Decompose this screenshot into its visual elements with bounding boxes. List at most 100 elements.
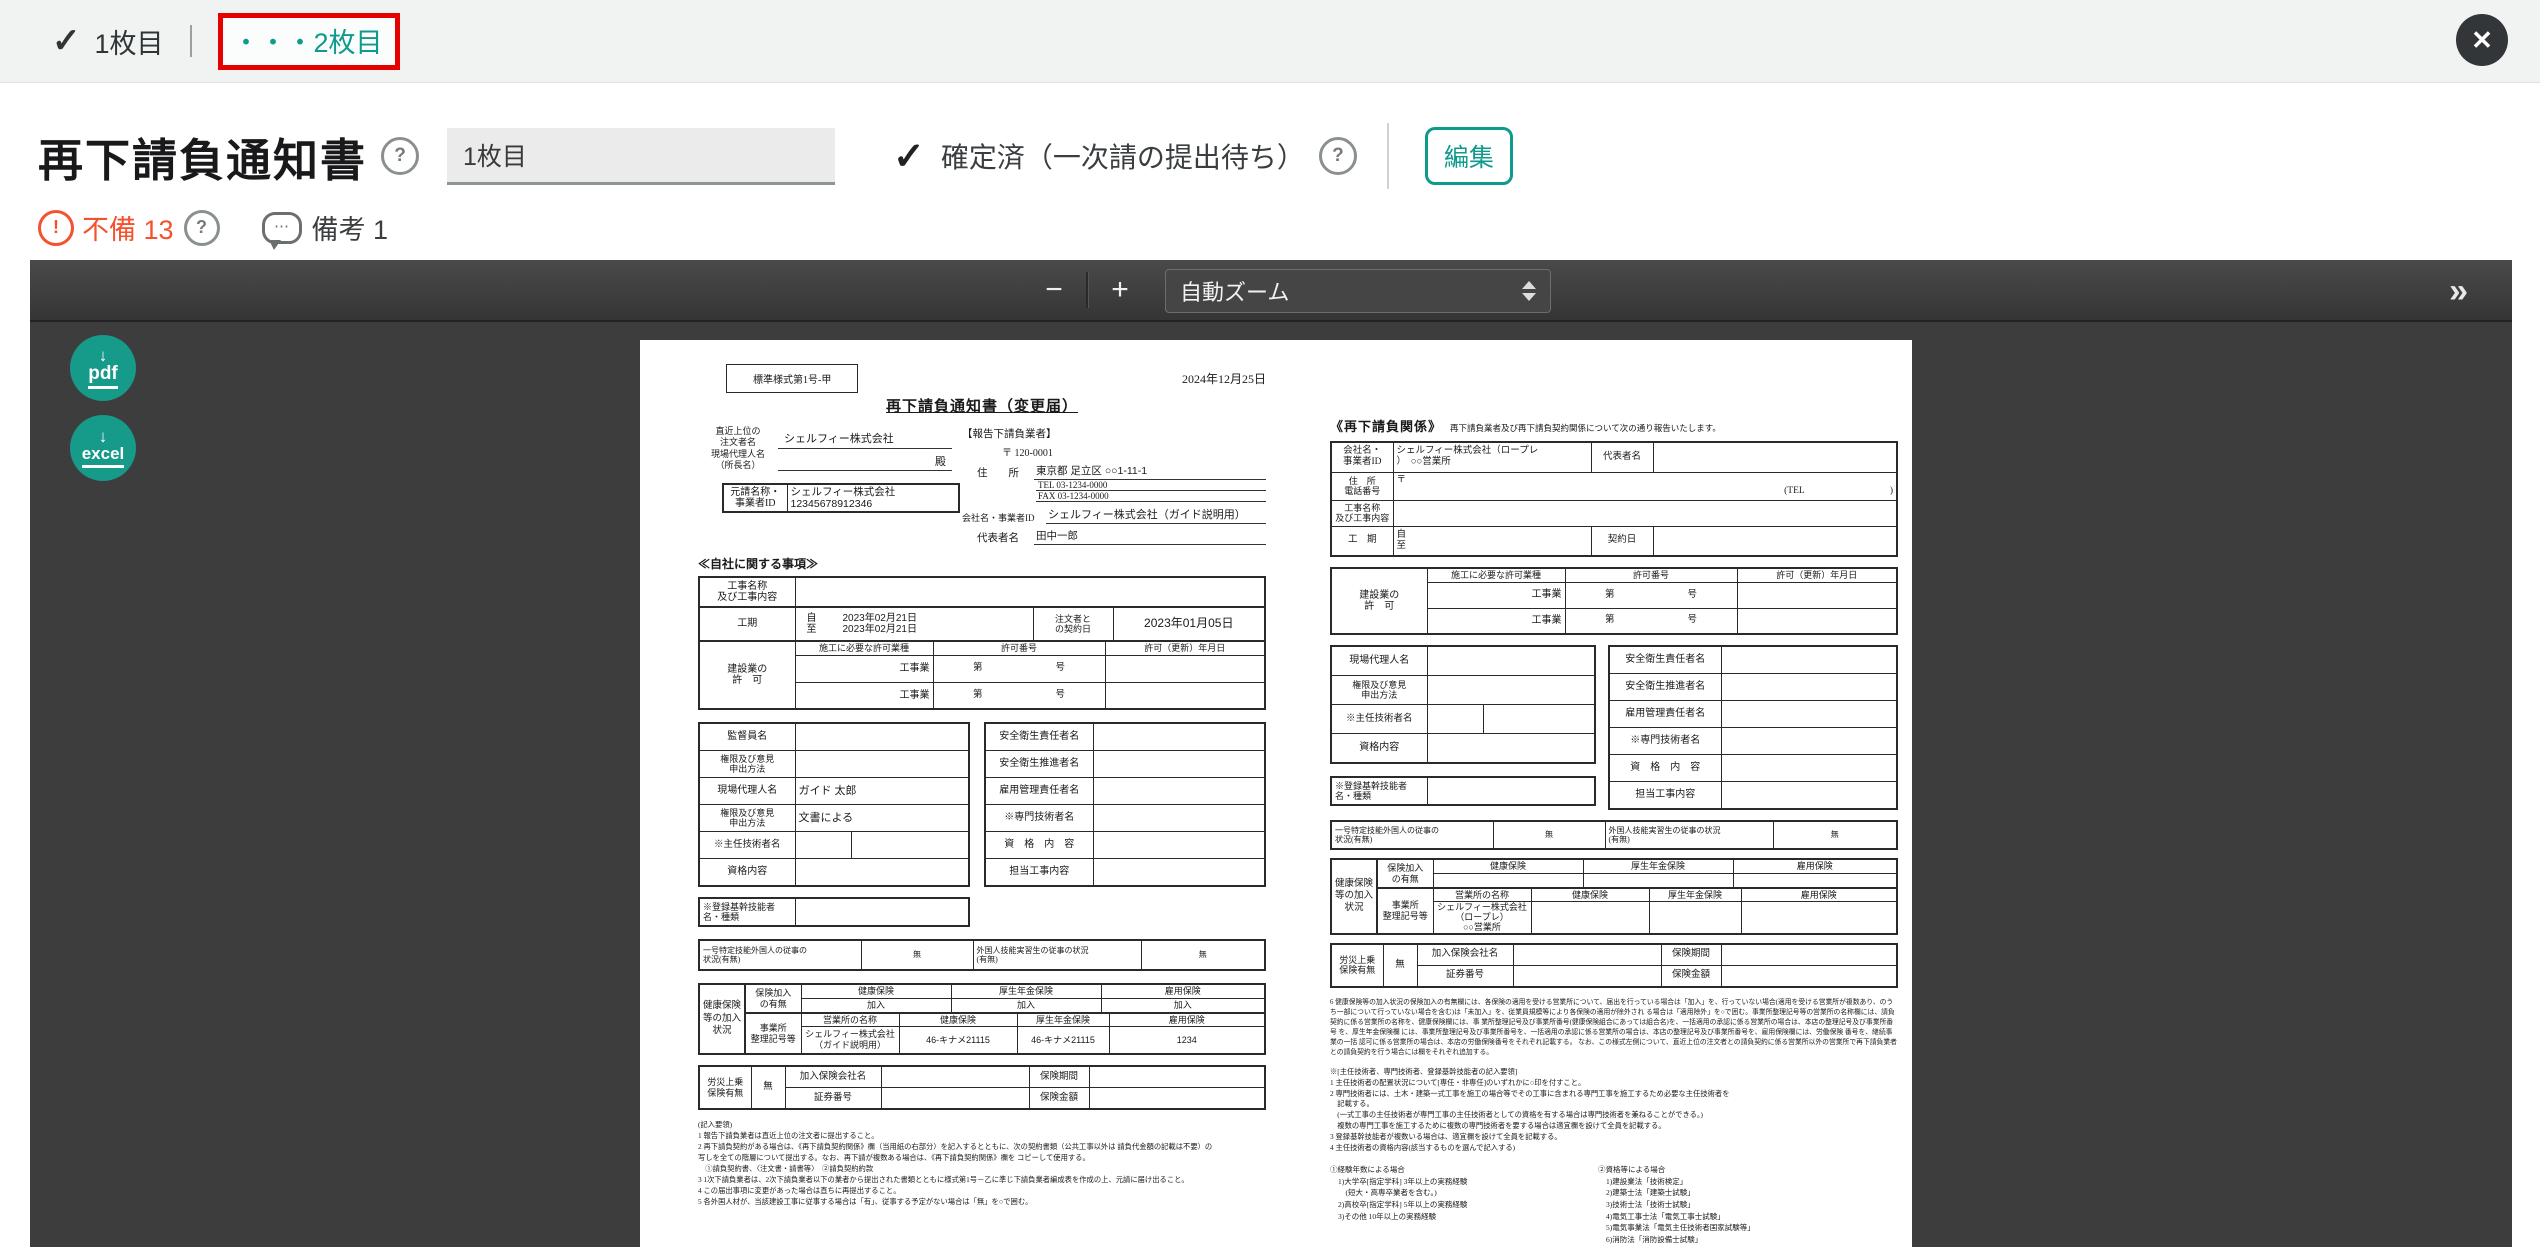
note-line: (一式工事の主任技術者が専門工事の主任技術者としての資格を有する場合は専門技術者…: [1330, 1110, 1898, 1121]
insurance-office-table: 事業所 整理記号等 営業所の名称 健康保険 厚生年金保険 雇用保険 シェルフィー…: [744, 1012, 1266, 1055]
chief-engineer-label: ※主任技術者名: [1331, 705, 1427, 734]
permit-row-type: 工事業: [795, 655, 933, 682]
reporter-postal: 〒 120-0001: [1002, 444, 1266, 459]
status-check-icon: ✓: [893, 134, 925, 179]
foreign2-value: 無: [1773, 821, 1897, 849]
chief-engineer-label: ※主任技術者名: [699, 832, 795, 859]
question-icon: ?: [394, 145, 406, 167]
prime-label: 元請名称・ 事業者ID: [723, 484, 787, 512]
foreign2-label: 外国人技能実習生の従事の状況 (有無): [973, 940, 1141, 970]
pension-number-value: 46-キナメ21115: [1017, 1026, 1109, 1054]
rosai-amount-value: [1089, 1088, 1265, 1110]
note-line: 写しを全ての階層について提出する。なお、再下請が複数ある場合は、《再下請負契約関…: [698, 1153, 1266, 1164]
employment-manager-label: 雇用管理責任者名: [1609, 701, 1721, 728]
rosai-period-label: 保険期間: [1661, 944, 1721, 966]
qualification-detail-label: 資 格 内 容: [1609, 755, 1721, 782]
permit-header-number: 許可番号: [1565, 568, 1737, 582]
pension-header: 厚生年金保険: [951, 984, 1101, 999]
employment-manager-label: 雇用管理責任者名: [985, 778, 1093, 805]
page-tabs-bar: ✓ 1枚目 ・・・2枚目 ✕: [0, 0, 2540, 83]
doc-head-row: 標準様式第1号-甲 2024年12月25日: [698, 364, 1266, 393]
permit-no-prefix: 第: [1605, 615, 1615, 626]
period-label: 工期: [699, 607, 795, 641]
permit-no-suffix: 号: [1055, 690, 1065, 701]
status-help-icon[interactable]: ?: [1319, 137, 1357, 175]
close-button[interactable]: ✕: [2456, 14, 2508, 66]
title-help-icon[interactable]: ?: [381, 137, 419, 175]
qual2-heading: ②資格等による場合: [1598, 1164, 1898, 1176]
doc-form-title: 再下請負通知書（変更届）: [698, 395, 1266, 416]
supervisor-value: [795, 723, 969, 751]
doc-header-columns: 直近上位の 注文者名 現場代理人名 （所長名） シェルフィー株式会社 殿 元請名…: [698, 426, 1266, 545]
permit-row-date: [1105, 682, 1265, 709]
specialist-value: [1093, 805, 1265, 832]
sub-permit-table: 建設業の 許 可 施工に必要な許可業種 許可番号 許可（更新）年月日 工事業 第…: [1330, 567, 1898, 635]
site-agent-value: ガイド 太郎: [795, 778, 969, 805]
sub-construction-label: 工事名称 及び工事内容: [1331, 500, 1393, 526]
header-main-row: 再下請負通知書 ? ✓ 確定済（一次請の提出待ち） ? 編集: [38, 123, 1513, 189]
rosai-label: 労災上乗 保険有無: [699, 1066, 751, 1109]
qual1-items: 1)大学卒[指定学科] 3年以上の実務経験 (短大・高専卒業者を含む。) 2)高…: [1330, 1176, 1598, 1223]
edit-button[interactable]: 編集: [1425, 127, 1513, 185]
note-line: ①請負契約書、〈注文書・請書等〉 ②請負契約約款: [698, 1164, 1266, 1175]
permit-row-date: [1737, 608, 1897, 634]
qual-item: 2)建築士法「建築士試験」: [1606, 1187, 1898, 1199]
rosai-period-value: [1089, 1066, 1265, 1088]
remark-count-badge[interactable]: 備考 1: [312, 208, 389, 247]
qual-item: 5)電気事業法「電気主任技術者国家試験等」: [1606, 1222, 1898, 1234]
toolbar-separator: [1086, 272, 1089, 308]
defect-count-badge[interactable]: 不備 13: [82, 208, 174, 247]
document-name-input[interactable]: [447, 128, 835, 185]
rosai-cert-label: 証券番号: [785, 1088, 881, 1110]
contract-date-value: 2023年01月05日: [1113, 607, 1265, 641]
permit-header-date: 許可（更新）年月日: [1737, 568, 1897, 582]
employment-join-value: [1733, 874, 1897, 889]
note-line: 記載する。: [1330, 1099, 1898, 1110]
zoom-out-button[interactable]: −: [1032, 268, 1076, 312]
header-meta-row: ! 不備 13 ? ⋯ 備考 1: [38, 208, 388, 247]
permit-row-type: 工事業: [1427, 608, 1565, 634]
notes-heading: (記入要領): [698, 1120, 1266, 1131]
page-title: 再下請負通知書: [38, 124, 367, 189]
download-pdf-button[interactable]: ↓ pdf: [70, 335, 136, 401]
construction-name-value: [795, 577, 1265, 607]
tab-page-1[interactable]: 1枚目: [95, 22, 164, 61]
question-icon: ?: [1332, 145, 1344, 167]
authority-label: 権限及び意見 申出方法: [1331, 676, 1427, 705]
employment-number-value: [1741, 901, 1897, 934]
key-technician-value: [1427, 777, 1595, 805]
construction-name-label: 工事名称 及び工事内容: [699, 577, 795, 607]
addressee-value: シェルフィー株式会社: [778, 426, 952, 449]
key-technician-label: ※登録基幹技能者 名・種類: [699, 898, 795, 926]
pension-header: 厚生年金保険: [1583, 859, 1733, 874]
insurance-block-label: 健康保険 等の加入 状況: [1330, 858, 1378, 935]
health-number-header: 健康保険: [1531, 888, 1649, 901]
staff-left-table: 監督員名 権限及び意見 申出方法 現場代理人名ガイド 太郎 権限及び意見 申出方…: [698, 722, 970, 887]
zoom-in-button[interactable]: +: [1098, 268, 1142, 312]
foreign1-value: 無: [1493, 821, 1605, 849]
permit-row-date: [1105, 655, 1265, 682]
document-page[interactable]: 標準様式第1号-甲 2024年12月25日 再下請負通知書（変更届） 直近上位の…: [640, 340, 1912, 1247]
permit-label: 建設業の 許 可: [699, 641, 795, 709]
employment-header: 雇用保険: [1733, 859, 1897, 874]
zoom-mode-select[interactable]: 自動ズーム: [1165, 269, 1551, 313]
app-window: ✓ 1枚目 ・・・2枚目 ✕ 再下請負通知書 ? ✓ 確定済（一次請の提出待ち）…: [0, 0, 2540, 1260]
rosai-value: 無: [751, 1066, 785, 1109]
tab-page-2-highlight-box[interactable]: ・・・2枚目: [218, 13, 400, 70]
rosai-company-label: 加入保険会社名: [785, 1066, 881, 1088]
status-text: 確定済（一次請の提出待ち）: [941, 136, 1305, 176]
permit-table: 建設業の 許 可 施工に必要な許可業種 許可番号 許可（更新）年月日 工事業 第…: [698, 640, 1266, 710]
defect-help-icon[interactable]: ?: [184, 210, 220, 246]
specialist-label: ※専門技術者名: [985, 805, 1093, 832]
sidebar-expand-icon[interactable]: »: [2449, 272, 2464, 311]
sub-construction-value: [1393, 500, 1897, 526]
qual-item: 2)高校卒[指定学科] 5年以上の実務経験: [1338, 1199, 1598, 1211]
tab-page-2[interactable]: ・・・2枚目: [233, 21, 383, 60]
license-qualifications: ②資格等による場合 1)建設業法「技術検定」 2)建築士法「建築士試験」 3)技…: [1598, 1164, 1898, 1247]
download-excel-button[interactable]: ↓ excel: [70, 415, 136, 481]
qualification-label: 資格内容: [699, 859, 795, 887]
download-icon: ↓: [99, 428, 108, 445]
key-technician-label: ※登録基幹技能者 名・種類: [1331, 777, 1427, 805]
download-icon: ↓: [99, 347, 108, 364]
sub-insurance-block: 健康保険 等の加入 状況 保険加入 の有無 健康保険 厚生年金保険 雇用保険: [1330, 858, 1898, 935]
